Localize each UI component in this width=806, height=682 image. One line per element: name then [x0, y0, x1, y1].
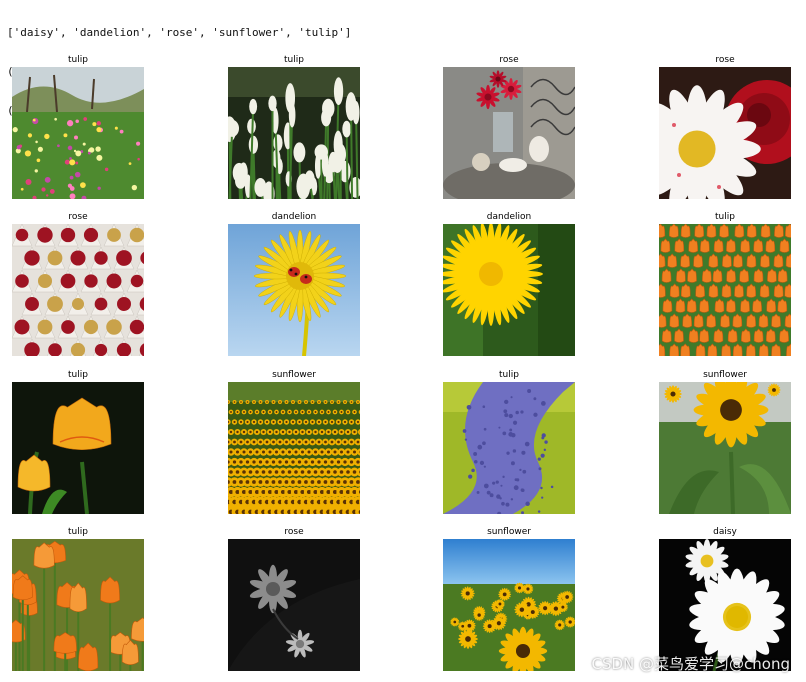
sunflower-closeup-image	[659, 382, 791, 514]
image-grid: tulip tulip rose rose rose dandelion dan…	[0, 0, 806, 682]
daisy-dark-image	[659, 539, 791, 671]
image-label: rose	[68, 212, 88, 222]
daisy-and-rose-image	[659, 67, 791, 199]
orange-tulips-closeup-image	[12, 539, 144, 671]
rose-bouquets-image	[12, 224, 144, 356]
image-label: sunflower	[272, 370, 316, 380]
sunflower-sky-image	[443, 539, 575, 671]
tulip-meadow-image	[12, 67, 144, 199]
image-label: tulip	[499, 370, 519, 380]
dandelion-sky-image	[228, 224, 360, 356]
image-label: rose	[284, 527, 304, 537]
image-label: dandelion	[271, 212, 317, 222]
orange-tulip-field-image	[659, 224, 791, 356]
image-label: sunflower	[703, 370, 747, 380]
dandelion-green-image	[443, 224, 575, 356]
image-label: sunflower	[487, 527, 531, 537]
image-label: daisy	[713, 527, 737, 537]
image-label: tulip	[715, 212, 735, 222]
image-label: rose	[715, 55, 735, 65]
image-label: tulip	[68, 370, 88, 380]
grayscale-rose-image	[228, 539, 360, 671]
yellow-tulip-dark-image	[12, 382, 144, 514]
image-label: dandelion	[486, 212, 532, 222]
image-label: tulip	[68, 527, 88, 537]
image-label: rose	[499, 55, 519, 65]
watermark-text: CSDN @菜鸟爱学习@chong	[591, 655, 791, 673]
image-label: tulip	[68, 55, 88, 65]
white-tulips-image	[228, 67, 360, 199]
sunflower-rows-image	[228, 382, 360, 514]
blue-flower-river-image	[443, 382, 575, 514]
rose-table-image	[443, 67, 575, 199]
image-label: tulip	[284, 55, 304, 65]
